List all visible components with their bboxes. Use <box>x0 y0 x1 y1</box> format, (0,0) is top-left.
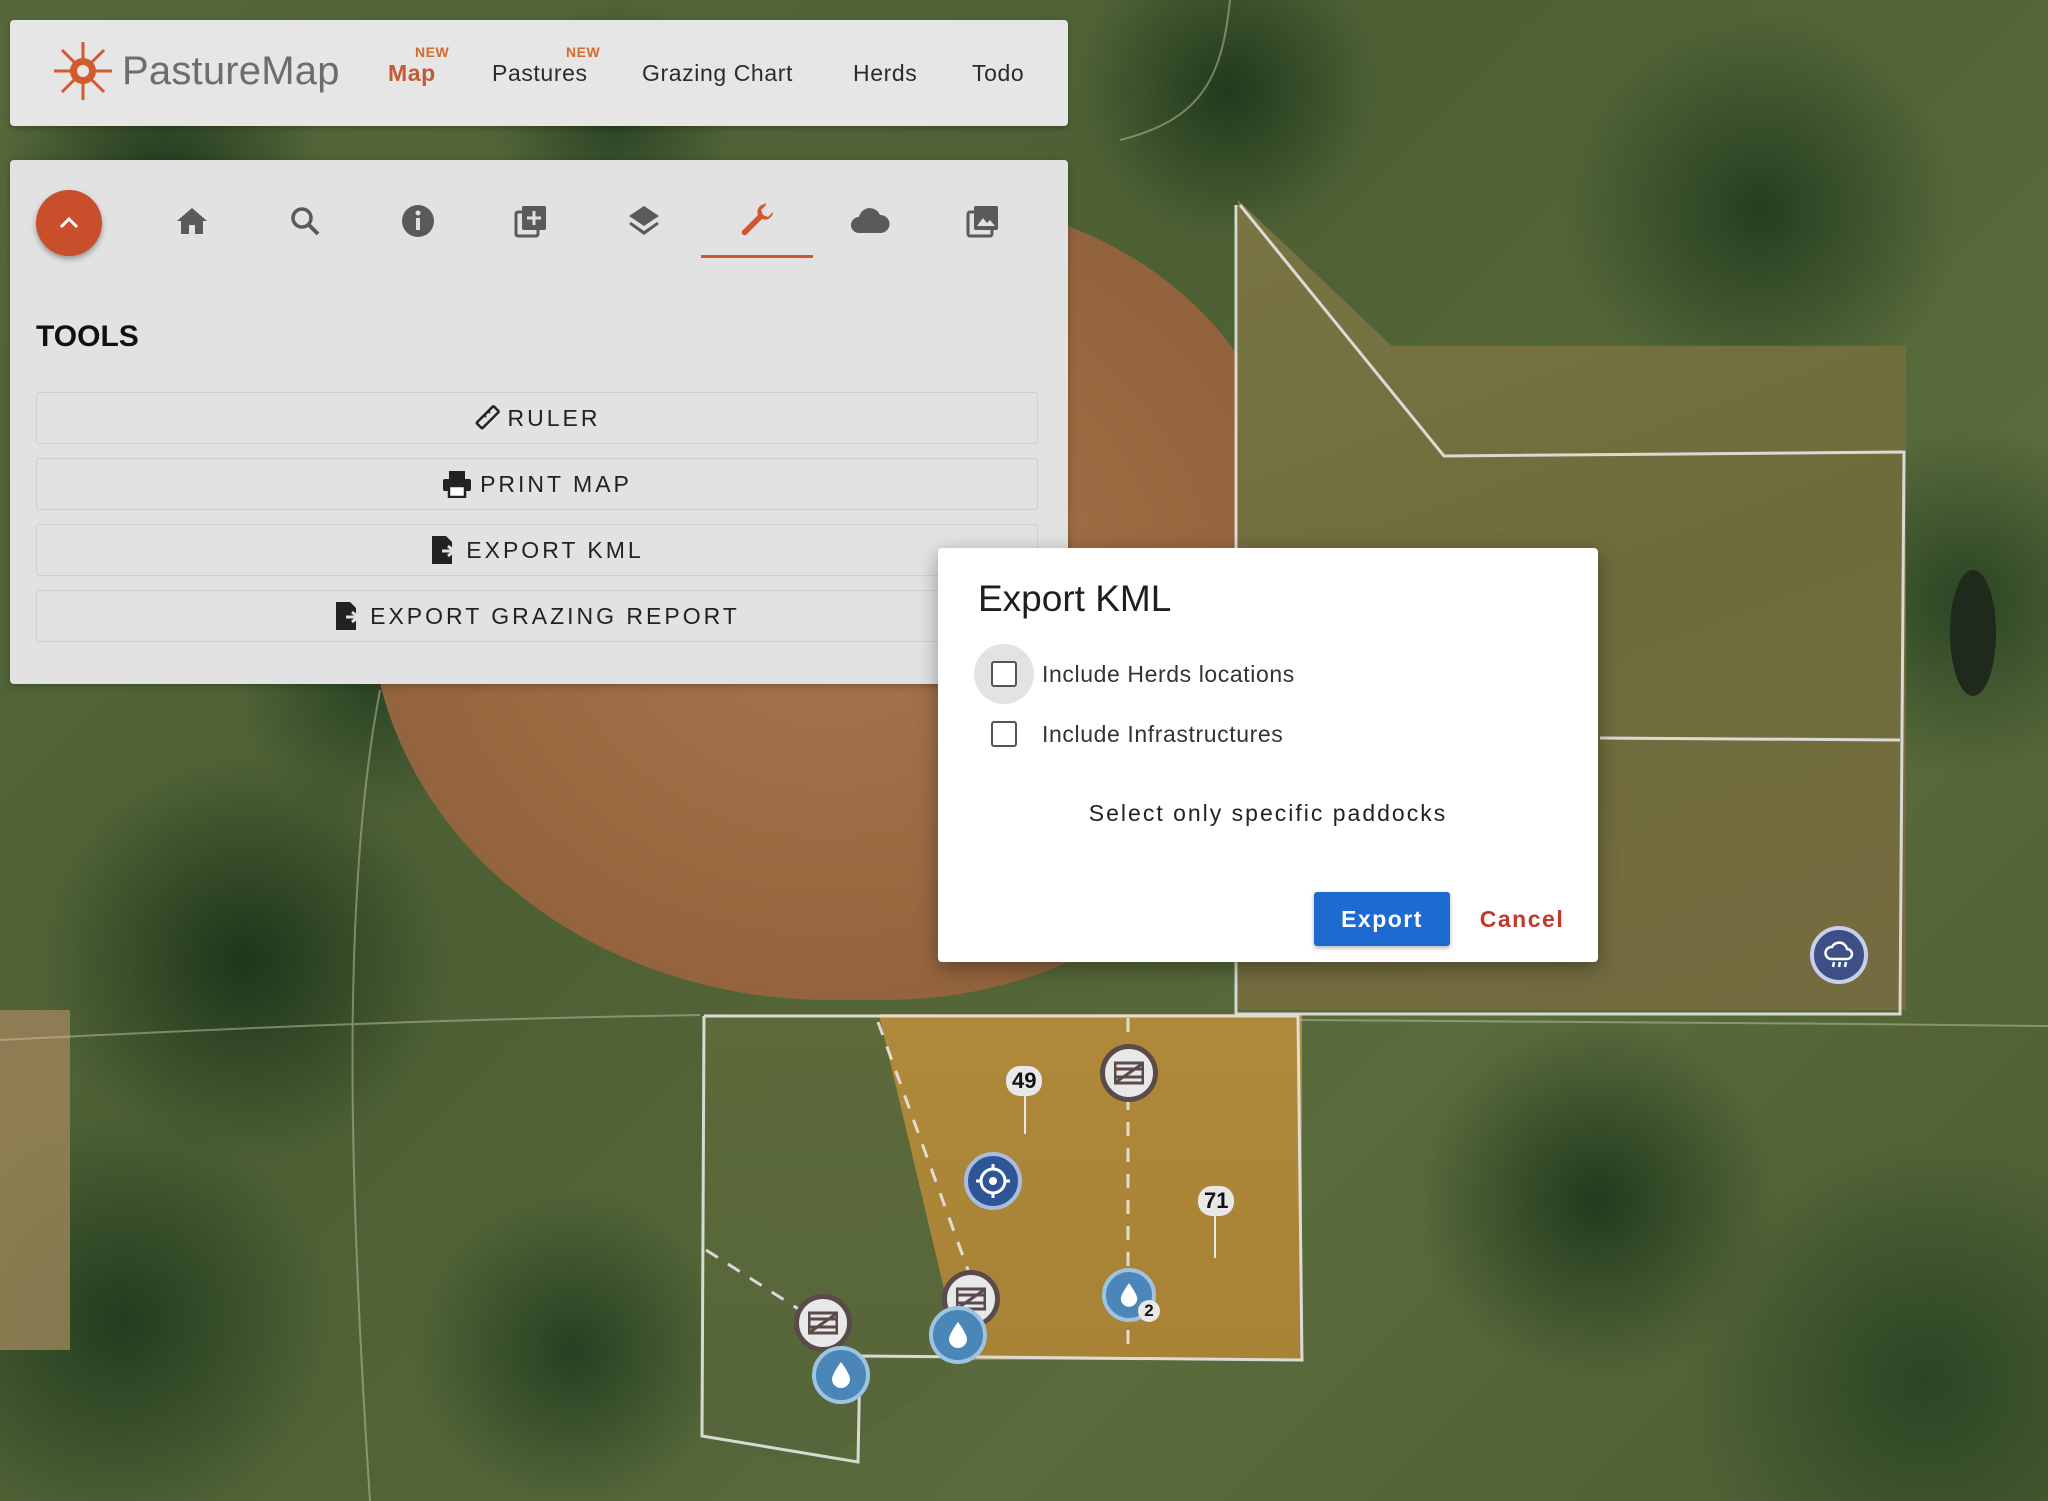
pin-stem <box>1214 1216 1216 1258</box>
crosshair-icon <box>976 1164 1010 1198</box>
gate-icon <box>1114 1061 1144 1085</box>
water-marker[interactable]: 2 <box>1102 1268 1160 1322</box>
weather-marker[interactable] <box>1810 926 1868 984</box>
logo-text: PastureMap <box>122 48 340 93</box>
water-marker[interactable] <box>812 1346 870 1404</box>
sun-logo-icon <box>54 42 112 100</box>
export-kml-label: EXPORT KML <box>466 536 644 563</box>
include-herds-option[interactable]: Include Herds locations <box>974 644 1295 704</box>
add-layer-icon <box>514 206 546 238</box>
water-count-badge: 2 <box>1138 1300 1160 1322</box>
nav-todo[interactable]: Todo <box>972 60 1024 87</box>
gate-icon <box>808 1311 838 1335</box>
cancel-button[interactable]: Cancel <box>1462 892 1582 946</box>
dialog-title: Export KML <box>978 578 1172 619</box>
export-grazing-report-label: EXPORT GRAZING REPORT <box>370 602 740 629</box>
tab-tools[interactable] <box>701 184 813 258</box>
nav-herds[interactable]: Herds <box>853 60 917 87</box>
include-infrastructures-checkbox[interactable] <box>991 721 1017 747</box>
include-herds-label[interactable]: Include Herds locations <box>1042 661 1295 688</box>
tab-add-layer[interactable] <box>475 184 587 258</box>
nav-grazing-chart[interactable]: Grazing Chart <box>642 60 793 87</box>
include-herds-checkbox[interactable] <box>991 661 1017 687</box>
print-map-button[interactable]: PRINT MAP <box>36 458 1038 510</box>
logo[interactable]: PastureMap <box>50 38 340 104</box>
tab-search[interactable] <box>249 184 361 258</box>
new-badge: NEW <box>415 44 450 60</box>
tab-photos[interactable] <box>927 184 1039 258</box>
search-icon <box>291 207 320 236</box>
ruler-label: RULER <box>507 404 601 431</box>
new-badge: NEW <box>566 44 601 60</box>
export-grazing-report-button[interactable]: EXPORT GRAZING REPORT <box>36 590 1038 642</box>
cloud-icon <box>851 208 890 233</box>
info-icon <box>402 205 434 237</box>
water-drop-icon <box>949 1322 967 1348</box>
gate-marker[interactable] <box>1100 1044 1158 1102</box>
ruler-button[interactable]: RULER <box>36 392 1038 444</box>
top-navigation: PastureMap NEW Map NEW Pastures Grazing … <box>10 20 1068 126</box>
water-marker[interactable] <box>929 1306 987 1364</box>
tools-heading: TOOLS <box>36 320 139 353</box>
water-drop-icon <box>1120 1283 1138 1307</box>
tab-layers[interactable] <box>588 184 700 258</box>
file-export-icon <box>334 601 362 631</box>
water-drop-icon <box>832 1362 850 1388</box>
tab-weather[interactable] <box>814 184 926 258</box>
collapse-panel-button[interactable] <box>36 190 102 256</box>
tab-info[interactable] <box>362 184 474 258</box>
checkbox-focus-ring <box>974 644 1034 704</box>
ruler-icon <box>474 405 500 431</box>
checkbox-container <box>974 704 1034 764</box>
paddock-pin-label[interactable]: 71 <box>1198 1186 1235 1216</box>
chevron-up-icon <box>59 216 79 229</box>
home-icon <box>177 208 207 234</box>
nav-pastures[interactable]: Pastures <box>492 60 588 87</box>
export-button[interactable]: Export <box>1314 892 1450 946</box>
cloud-rain-icon <box>1824 941 1854 968</box>
nav-map[interactable]: Map <box>388 60 436 87</box>
include-infrastructures-option[interactable]: Include Infrastructures <box>974 704 1283 764</box>
tab-home[interactable] <box>136 184 248 258</box>
paddock-pin-label[interactable]: 49 <box>1006 1066 1043 1096</box>
include-infrastructures-label[interactable]: Include Infrastructures <box>1042 721 1283 748</box>
target-marker[interactable] <box>964 1152 1022 1210</box>
export-kml-button[interactable]: EXPORT KML <box>36 524 1038 576</box>
file-export-icon <box>430 535 458 565</box>
pin-stem <box>1024 1096 1026 1134</box>
export-kml-dialog: Export KML Include Herds locations Inclu… <box>938 548 1598 962</box>
layers-icon <box>629 206 659 235</box>
printer-icon <box>442 470 472 498</box>
photo-library-icon <box>966 206 998 238</box>
wrench-icon <box>741 201 773 235</box>
select-specific-paddocks-link[interactable]: Select only specific paddocks <box>938 800 1598 827</box>
print-map-label: PRINT MAP <box>480 470 632 497</box>
gate-marker[interactable] <box>794 1294 852 1352</box>
tools-panel: TOOLS RULER PRINT MAP EXPORT KML EXPORT … <box>10 160 1068 684</box>
